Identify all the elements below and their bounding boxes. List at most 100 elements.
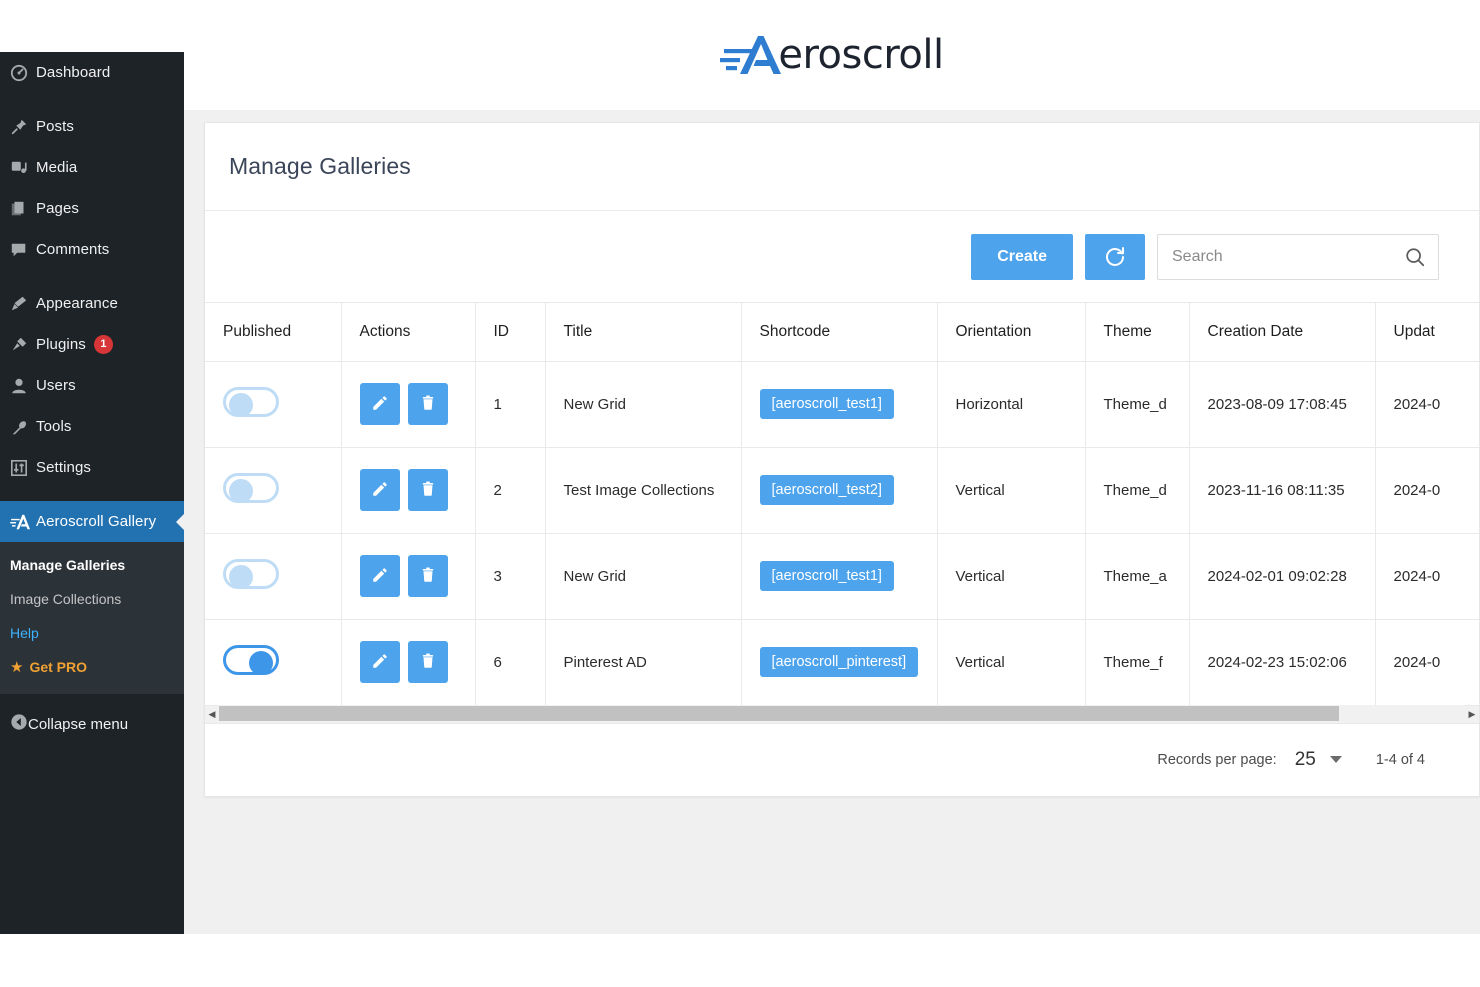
shortcode-chip[interactable]: [aeroscroll_test1] [759,561,894,591]
search-icon[interactable] [1404,246,1426,268]
cell-title: New Grid [545,361,742,448]
cell-updated-date: 2024-0 [1375,361,1479,448]
create-button[interactable]: Create [971,233,1073,280]
table-row: 3 New Grid [aeroscroll_test1] Vertical T… [205,533,1479,620]
cell-published [205,619,342,706]
edit-button[interactable] [359,641,400,683]
collapse-arrow-icon [10,713,28,735]
toggle-knob [229,479,253,503]
cell-actions [341,533,476,620]
submenu-item-get-pro[interactable]: ★ Get PRO [0,650,184,684]
records-per-page-select[interactable]: 25 [1295,749,1342,771]
scrollbar-track[interactable] [219,705,1465,723]
published-toggle[interactable] [223,645,279,675]
sidebar-divider [0,488,184,501]
shortcode-chip[interactable]: [aeroscroll_test2] [759,475,894,505]
sidebar-item-label: Users [36,377,76,394]
sidebar-item-settings[interactable]: Settings [0,447,184,488]
published-toggle[interactable] [223,473,279,503]
search-field-wrapper [1157,233,1439,280]
cell-theme: Theme_d [1085,447,1190,534]
cell-actions [341,619,476,706]
sidebar-item-media[interactable]: Media [0,147,184,188]
refresh-button[interactable] [1085,233,1145,280]
sidebar-item-plugins[interactable]: Plugins 1 [0,324,184,365]
table-footer: Records per page: 25 1-4 of 4 [205,723,1479,796]
cell-theme: Theme_f [1085,619,1190,706]
collapse-menu-button[interactable]: Collapse menu [0,704,184,744]
column-header-updated-date[interactable]: Updat [1375,303,1479,362]
shortcode-chip[interactable]: [aeroscroll_test1] [759,389,894,419]
sidebar-item-users[interactable]: Users [0,365,184,406]
trash-icon [419,652,437,673]
edit-button[interactable] [359,469,400,511]
pages-icon [10,200,36,218]
scroll-right-arrow-icon[interactable]: ▶ [1465,705,1479,723]
table-header: Published Actions ID Title Shortcode Ori… [205,303,1479,362]
submenu-item-label: Help [10,625,39,641]
sidebar-item-label: Posts [36,118,75,135]
aeroscroll-logo: eroscroll [720,32,944,78]
cell-creation-date: 2023-11-16 08:11:35 [1189,447,1376,534]
sidebar-item-label: Tools [36,418,72,435]
sidebar-item-label: Comments [36,241,110,258]
pencil-icon [371,394,389,415]
table-row: 6 Pinterest AD [aeroscroll_pinterest] Ve… [205,619,1479,706]
column-header-actions[interactable]: Actions [341,303,476,362]
cell-updated-date: 2024-0 [1375,619,1479,706]
cell-orientation: Vertical [937,447,1086,534]
edit-button[interactable] [359,555,400,597]
cell-published [205,361,342,448]
cell-updated-date: 2024-0 [1375,447,1479,534]
sidebar-item-dashboard[interactable]: Dashboard [0,52,184,93]
cell-published [205,447,342,534]
column-header-id[interactable]: ID [475,303,546,362]
submenu-item-label: Get PRO [29,659,88,675]
wrench-icon [10,418,36,436]
column-header-published[interactable]: Published [205,303,342,362]
published-toggle[interactable] [223,559,279,589]
horizontal-scrollbar[interactable]: ◀ ▶ [205,705,1479,724]
main-content: Manage Galleries Create Search Published… [184,110,1480,934]
sidebar-item-pages[interactable]: Pages [0,188,184,229]
sidebar-item-aeroscroll-gallery[interactable]: Aeroscroll Gallery [0,501,184,542]
column-header-title[interactable]: Title [545,303,742,362]
card-title-bar: Manage Galleries [205,123,1479,211]
sidebar-item-posts[interactable]: Posts [0,106,184,147]
column-header-creation-date[interactable]: Creation Date [1189,303,1376,362]
cell-published [205,533,342,620]
scroll-left-arrow-icon[interactable]: ◀ [205,705,219,723]
shortcode-chip[interactable]: [aeroscroll_pinterest] [759,647,919,677]
trash-icon [419,394,437,415]
submenu-item-image-collections[interactable]: Image Collections [0,582,184,616]
submenu-item-manage-galleries[interactable]: Manage Galleries [0,548,184,582]
published-toggle[interactable] [223,387,279,417]
column-header-shortcode[interactable]: Shortcode [741,303,938,362]
delete-button[interactable] [407,555,448,597]
edit-button[interactable] [359,383,400,425]
delete-button[interactable] [407,469,448,511]
sidebar-item-label: Appearance [36,295,118,312]
media-icon [10,159,36,177]
records-per-page-value: 25 [1294,748,1316,770]
scrollbar-thumb[interactable] [219,706,1339,721]
cell-title: Test Image Collections [545,447,742,534]
sidebar-item-label: Pages [36,200,80,217]
column-header-theme[interactable]: Theme [1085,303,1190,362]
sidebar-item-comments[interactable]: Comments [0,229,184,270]
toggle-knob [229,565,253,589]
submenu-item-help[interactable]: Help [0,616,184,650]
table-body: 1 New Grid [aeroscroll_test1] Horizontal… [205,361,1479,706]
aeroscroll-submenu: Manage Galleries Image Collections Help … [0,542,184,694]
sidebar-item-tools[interactable]: Tools [0,406,184,447]
delete-button[interactable] [407,641,448,683]
cell-id: 6 [475,619,546,706]
delete-button[interactable] [407,383,448,425]
manage-galleries-card: Manage Galleries Create Search Published… [204,122,1480,797]
user-icon [10,377,36,395]
sidebar-item-appearance[interactable]: Appearance [0,283,184,324]
table-scroll-viewport: Published Actions ID Title Shortcode Ori… [205,303,1479,706]
search-input[interactable] [1158,234,1438,279]
sidebar-item-label: Plugins [36,336,86,353]
column-header-orientation[interactable]: Orientation [937,303,1086,362]
